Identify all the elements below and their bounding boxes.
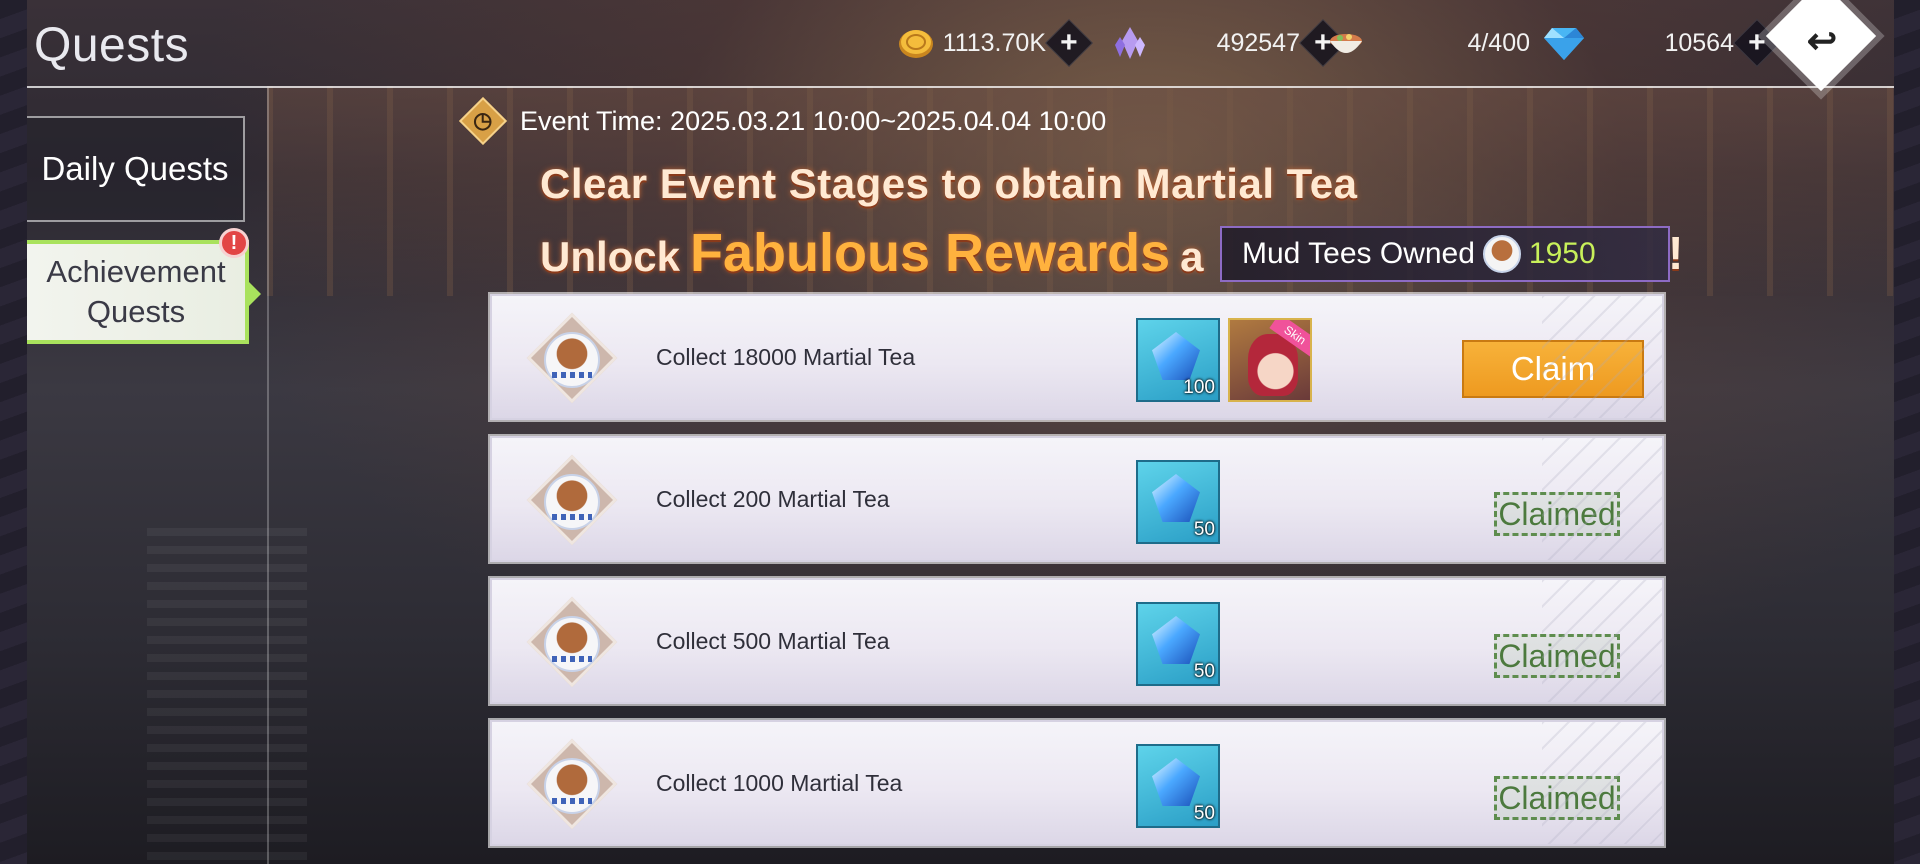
reward-diamond-icon[interactable]: 50: [1136, 744, 1220, 828]
plus-icon: +: [1748, 26, 1766, 59]
plus-icon: +: [1060, 26, 1078, 59]
frame-right-edge: [1894, 0, 1920, 864]
tea-owned-label: Mud Tees Owned: [1242, 237, 1475, 270]
reward-diamond-icon[interactable]: 50: [1136, 460, 1220, 544]
tea-owned-bar: Mud Tees Owned 1950: [1220, 226, 1670, 282]
crystal-value: 492547: [1216, 28, 1300, 57]
tab-daily-quests[interactable]: Daily Quests: [27, 116, 245, 222]
quest-row: Collect 200 Martial Tea 50 Claimed: [490, 436, 1664, 562]
quest-list: Collect 18000 Martial Tea 100 Skin Claim…: [490, 294, 1666, 862]
headline-highlight: Fabulous Rewards: [690, 223, 1171, 283]
food-bowl-icon: [1326, 23, 1366, 63]
diamond-resource: 10564 +: [1544, 18, 1782, 68]
sidebar-divider: [267, 88, 269, 864]
tea-cup-icon: [1482, 235, 1521, 273]
martial-tea-icon: [526, 596, 618, 688]
event-headline-line1: Clear Event Stages to obtain Martial Tea: [540, 160, 1358, 207]
martial-tea-icon: [526, 454, 618, 546]
quest-description: Collect 1000 Martial Tea: [656, 770, 903, 796]
reward-diamond-icon[interactable]: 50: [1136, 602, 1220, 686]
diamond-value: 10564: [1664, 28, 1734, 57]
claimed-stamp: Claimed: [1494, 776, 1620, 820]
back-arrow-icon: ↩: [1806, 20, 1838, 61]
back-button[interactable]: ↩: [1765, 0, 1878, 92]
gold-coin-icon: [896, 23, 936, 63]
reward-quantity: 50: [1193, 803, 1215, 824]
quest-row: Collect 18000 Martial Tea 100 Skin Claim: [490, 294, 1664, 420]
gold-resource: 1113.70K +: [896, 18, 1094, 68]
quest-description: Collect 18000 Martial Tea: [656, 344, 916, 370]
quest-description: Collect 200 Martial Tea: [656, 486, 890, 512]
quest-row: Collect 1000 Martial Tea 50 Claimed: [490, 720, 1664, 846]
event-headline-line2: Unlock Fabulous Rewards a: [540, 222, 1204, 283]
reward-quantity: 100: [1183, 377, 1215, 398]
alert-badge: !: [219, 228, 249, 258]
reward-quantity: 50: [1193, 661, 1215, 682]
event-time: Event Time: 2025.03.21 10:00~2025.04.04 …: [520, 105, 1107, 136]
tab-achievement-label-line2: Quests: [86, 294, 186, 329]
frame-left-edge: [0, 0, 27, 864]
headline-exclamation: !: [1668, 227, 1684, 279]
martial-tea-icon: [526, 312, 618, 404]
header-divider: [27, 86, 1894, 88]
stamina-value: 4/400: [1467, 28, 1530, 57]
reward-diamond-icon[interactable]: 100: [1136, 318, 1220, 402]
claim-button[interactable]: Claim: [1462, 340, 1644, 398]
tab-daily-quests-label: Daily Quests: [41, 150, 229, 187]
reward-quantity: 50: [1193, 519, 1215, 540]
gold-value: 1113.70K: [942, 28, 1046, 57]
claimed-stamp: Claimed: [1494, 634, 1620, 678]
tea-owned-value: 1950: [1528, 237, 1596, 270]
clock-icon: ◷: [458, 96, 508, 146]
crystal-resource: 492547 +: [1110, 18, 1348, 68]
headline-suffix: a: [1180, 233, 1204, 280]
quest-description: Collect 500 Martial Tea: [656, 628, 890, 654]
reward-skin-icon[interactable]: Skin: [1228, 318, 1312, 402]
add-gold-button[interactable]: +: [1044, 18, 1094, 68]
event-time-row: ◷ Event Time: 2025.03.21 10:00~2025.04.0…: [458, 96, 1107, 146]
headline-prefix: Unlock: [540, 233, 681, 280]
page-title: Quests: [34, 19, 190, 72]
tab-achievement-quests[interactable]: Achievement Quests: [27, 240, 261, 344]
claimed-stamp: Claimed: [1494, 492, 1620, 536]
quest-row: Collect 500 Martial Tea 50 Claimed: [490, 578, 1664, 704]
blue-diamond-icon: [1544, 23, 1584, 63]
martial-tea-icon: [526, 738, 618, 830]
tab-achievement-label-line1: Achievement: [46, 254, 226, 289]
stamina-resource: 4/400: [1326, 22, 1530, 64]
purple-crystal-icon: [1110, 23, 1150, 63]
